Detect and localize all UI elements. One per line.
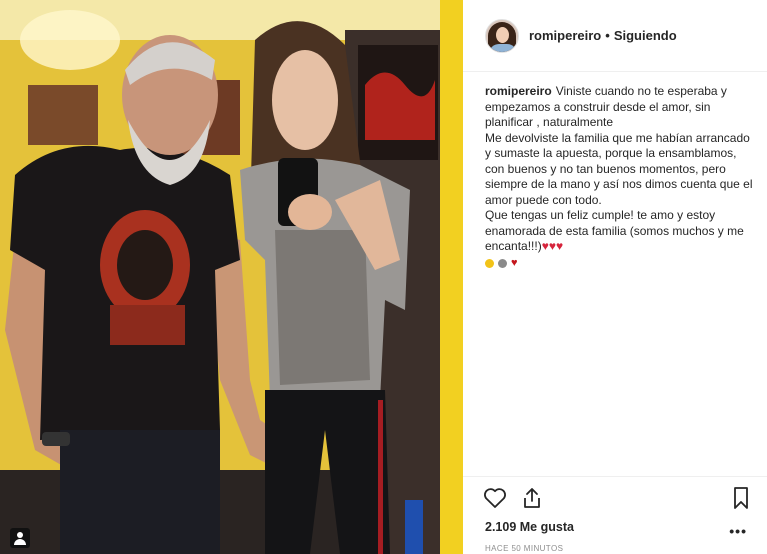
tagged-people-icon[interactable] — [10, 528, 30, 548]
more-dots-icon[interactable]: ••• — [729, 523, 747, 539]
action-bar — [463, 484, 767, 518]
actions-divider — [463, 476, 767, 477]
header-separator: • — [605, 28, 610, 43]
post-photo[interactable] — [0, 0, 463, 554]
bookmark-icon[interactable] — [727, 484, 755, 512]
following-button[interactable]: Siguiendo — [614, 28, 677, 43]
person-body — [14, 539, 26, 545]
emoji-row: ♥ — [485, 257, 755, 271]
post-timestamp: HACE 50 MINUTOS — [485, 544, 564, 553]
caption-line-3: Que tengas un feliz cumple! te amo y est… — [485, 208, 755, 255]
avatar[interactable] — [485, 18, 519, 53]
caption-text-3: Que tengas un feliz cumple! te amo y est… — [485, 208, 744, 253]
avatar-face — [496, 26, 509, 43]
post-side-panel: romipereiro • Siguiendo romipereiro Vinis… — [463, 0, 767, 554]
header-text: romipereiro • Siguiendo — [529, 28, 677, 43]
likes-count[interactable]: 2.109 Me gusta — [485, 520, 574, 534]
heart-outline-icon[interactable] — [481, 484, 509, 512]
share-upload-icon[interactable] — [518, 484, 546, 512]
yellow-heart-emoji — [485, 259, 494, 268]
grey-heart-emoji — [498, 259, 507, 268]
post-header: romipereiro • Siguiendo — [463, 0, 767, 72]
caption-line-1: romipereiro Viniste cuando no te esperaba… — [485, 84, 755, 131]
caption-line-2: Me devolviste la familia que me habían a… — [485, 130, 753, 207]
photo-illustration — [0, 0, 463, 554]
inline-hearts-emoji: ♥♥♥ — [541, 239, 564, 253]
person-head — [17, 532, 23, 538]
caption: romipereiro Viniste cuando no te esperaba… — [485, 84, 755, 271]
header-username-link[interactable]: romipereiro — [529, 28, 601, 43]
red-heart-emoji: ♥ — [511, 257, 518, 269]
caption-username-link[interactable]: romipereiro — [485, 84, 552, 98]
